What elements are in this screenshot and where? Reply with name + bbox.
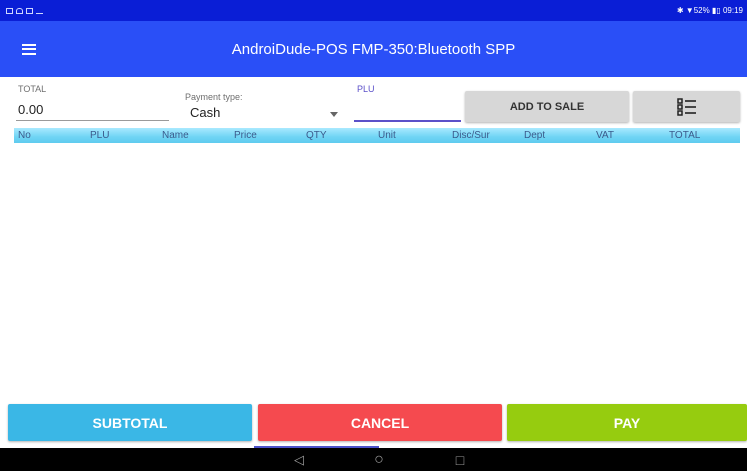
column-total: TOTAL bbox=[669, 130, 701, 141]
plu-underline bbox=[354, 120, 461, 122]
plu-input[interactable] bbox=[354, 100, 461, 120]
total-underline bbox=[16, 120, 169, 121]
pay-button[interactable]: PAY bbox=[507, 404, 747, 441]
sale-table-body[interactable] bbox=[14, 143, 740, 398]
image-icon bbox=[26, 7, 33, 14]
total-label: TOTAL bbox=[18, 84, 47, 94]
add-to-sale-button[interactable]: ADD TO SALE bbox=[465, 91, 629, 122]
column-qty: QTY bbox=[306, 130, 327, 141]
payment-type-label: Payment type: bbox=[185, 92, 243, 102]
cloud-icon bbox=[16, 7, 23, 14]
column-unit: Unit bbox=[378, 130, 396, 141]
app-bar: AndroiDude-POS FMP-350:Bluetooth SPP bbox=[0, 21, 747, 77]
subtotal-button[interactable]: SUBTOTAL bbox=[8, 404, 252, 441]
payment-type-value: Cash bbox=[190, 105, 221, 120]
status-bar: ✱ ▼52% ▮▯ 09:19 bbox=[0, 0, 747, 21]
column-plu: PLU bbox=[90, 130, 110, 141]
upload-icon bbox=[36, 8, 43, 14]
column-dept: Dept bbox=[524, 130, 546, 141]
cancel-button[interactable]: CANCEL bbox=[258, 404, 502, 441]
system-nav-bar: ◁ ○ □ bbox=[0, 448, 747, 471]
app-title: AndroiDude-POS FMP-350:Bluetooth SPP bbox=[231, 40, 516, 58]
column-no: No bbox=[18, 130, 31, 141]
hamburger-icon bbox=[22, 43, 36, 55]
menu-button[interactable] bbox=[0, 21, 58, 77]
column-vat: VAT bbox=[596, 130, 614, 141]
list-icon bbox=[676, 97, 696, 116]
back-icon[interactable]: ◁ bbox=[291, 452, 307, 468]
total-value: 0.00 bbox=[18, 102, 44, 117]
payment-type-select[interactable]: Cash bbox=[183, 103, 343, 123]
item-list-button[interactable] bbox=[633, 91, 740, 122]
status-icons bbox=[6, 7, 43, 14]
home-icon[interactable]: ○ bbox=[371, 451, 387, 468]
recents-icon[interactable]: □ bbox=[452, 452, 468, 468]
notification-icon bbox=[6, 7, 13, 14]
column-name: Name bbox=[162, 130, 189, 141]
status-right: ✱ ▼52% ▮▯ 09:19 bbox=[676, 6, 743, 15]
column-disc-sur: Disc/Sur bbox=[452, 130, 490, 141]
plu-label: PLU bbox=[357, 84, 375, 94]
dropdown-arrow-icon bbox=[330, 112, 338, 117]
column-price: Price bbox=[234, 130, 257, 141]
sale-table-header: No PLU Name Price QTY Unit Disc/Sur Dept… bbox=[14, 128, 740, 143]
